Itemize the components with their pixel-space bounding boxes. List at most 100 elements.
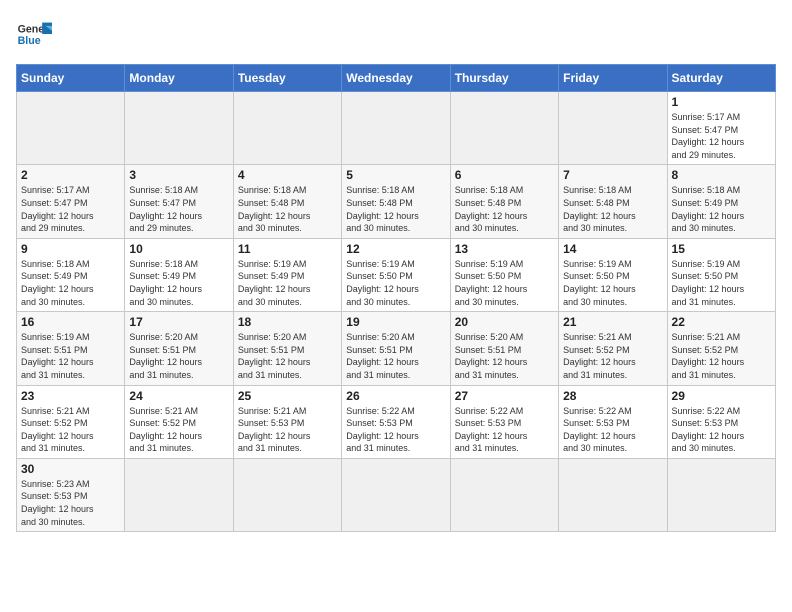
calendar-cell-0-5	[559, 92, 667, 165]
calendar-cell-1-1: 3Sunrise: 5:18 AMSunset: 5:47 PMDaylight…	[125, 165, 233, 238]
logo-icon: General Blue	[16, 16, 52, 52]
calendar-cell-4-6: 29 Sunrise: 5:22 AMSunset: 5:53 PMDayligh…	[667, 385, 775, 458]
day-info: Sunrise: 5:19 AMSunset: 5:50 PMDaylight:…	[563, 258, 662, 308]
calendar-cell-2-3: 12Sunrise: 5:19 AMSunset: 5:50 PMDayligh…	[342, 238, 450, 311]
calendar-cell-3-4: 20 Sunrise: 5:20 AMSunset: 5:51 PMDayligh…	[450, 312, 558, 385]
day-number: 27	[455, 389, 554, 403]
header-cell-tuesday: Tuesday	[233, 65, 341, 92]
page-container: General Blue SundayMondayTuesdayWednesda…	[16, 16, 776, 532]
day-number: 17	[129, 315, 228, 329]
day-number: 5	[346, 168, 445, 182]
day-info: Sunrise: 5:18 AMSunset: 5:48 PMDaylight:…	[455, 184, 554, 234]
calendar-cell-3-5: 21Sunrise: 5:21 AMSunset: 5:52 PMDayligh…	[559, 312, 667, 385]
day-info: Sunrise: 5:18 AMSunset: 5:48 PMDaylight:…	[563, 184, 662, 234]
calendar-week-5: 30Sunrise: 5:23 AMSunset: 5:53 PMDayligh…	[17, 458, 776, 531]
day-number: 4	[238, 168, 337, 182]
calendar-cell-3-3: 19Sunrise: 5:20 AMSunset: 5:51 PMDayligh…	[342, 312, 450, 385]
calendar-cell-4-5: 28Sunrise: 5:22 AMSunset: 5:53 PMDayligh…	[559, 385, 667, 458]
calendar-cell-3-1: 17Sunrise: 5:20 AMSunset: 5:51 PMDayligh…	[125, 312, 233, 385]
header-cell-sunday: Sunday	[17, 65, 125, 92]
day-info: Sunrise: 5:22 AMSunset: 5:53 PMDaylight:…	[672, 405, 771, 455]
header-row: SundayMondayTuesdayWednesdayThursdayFrid…	[17, 65, 776, 92]
day-info: Sunrise: 5:19 AMSunset: 5:50 PMDaylight:…	[346, 258, 445, 308]
day-number: 30	[21, 462, 120, 476]
calendar-cell-2-0: 9 Sunrise: 5:18 AMSunset: 5:49 PMDaylight…	[17, 238, 125, 311]
day-info: Sunrise: 5:21 AMSunset: 5:53 PMDaylight:…	[238, 405, 337, 455]
calendar-cell-4-0: 23 Sunrise: 5:21 AMSunset: 5:52 PMDayligh…	[17, 385, 125, 458]
calendar-header: SundayMondayTuesdayWednesdayThursdayFrid…	[17, 65, 776, 92]
calendar-body: 1 Sunrise: 5:17 AMSunset: 5:47 PMDaylight…	[17, 92, 776, 532]
calendar-cell-2-2: 11Sunrise: 5:19 AMSunset: 5:49 PMDayligh…	[233, 238, 341, 311]
calendar-cell-2-4: 13 Sunrise: 5:19 AMSunset: 5:50 PMDayligh…	[450, 238, 558, 311]
calendar-cell-1-0: 2Sunrise: 5:17 AMSunset: 5:47 PMDaylight…	[17, 165, 125, 238]
day-number: 13	[455, 242, 554, 256]
header: General Blue	[16, 16, 776, 52]
day-number: 22	[672, 315, 771, 329]
day-info: Sunrise: 5:20 AMSunset: 5:51 PMDaylight:…	[455, 331, 554, 381]
day-number: 18	[238, 315, 337, 329]
calendar-cell-0-6: 1 Sunrise: 5:17 AMSunset: 5:47 PMDaylight…	[667, 92, 775, 165]
calendar-cell-1-2: 4Sunrise: 5:18 AMSunset: 5:48 PMDaylight…	[233, 165, 341, 238]
calendar-cell-0-4	[450, 92, 558, 165]
day-info: Sunrise: 5:21 AMSunset: 5:52 PMDaylight:…	[21, 405, 120, 455]
svg-text:Blue: Blue	[18, 35, 41, 47]
day-number: 6	[455, 168, 554, 182]
day-number: 21	[563, 315, 662, 329]
calendar-cell-4-3: 26 Sunrise: 5:22 AMSunset: 5:53 PMDayligh…	[342, 385, 450, 458]
calendar-cell-3-0: 16 Sunrise: 5:19 AMSunset: 5:51 PMDayligh…	[17, 312, 125, 385]
day-info: Sunrise: 5:20 AMSunset: 5:51 PMDaylight:…	[346, 331, 445, 381]
day-number: 28	[563, 389, 662, 403]
day-info: Sunrise: 5:17 AMSunset: 5:47 PMDaylight:…	[672, 111, 771, 161]
day-info: Sunrise: 5:20 AMSunset: 5:51 PMDaylight:…	[238, 331, 337, 381]
calendar-cell-5-6	[667, 458, 775, 531]
day-number: 24	[129, 389, 228, 403]
calendar-cell-3-2: 18 Sunrise: 5:20 AMSunset: 5:51 PMDayligh…	[233, 312, 341, 385]
calendar-cell-4-2: 25 Sunrise: 5:21 AMSunset: 5:53 PMDayligh…	[233, 385, 341, 458]
header-cell-monday: Monday	[125, 65, 233, 92]
day-info: Sunrise: 5:18 AMSunset: 5:49 PMDaylight:…	[129, 258, 228, 308]
day-info: Sunrise: 5:18 AMSunset: 5:47 PMDaylight:…	[129, 184, 228, 234]
day-info: Sunrise: 5:22 AMSunset: 5:53 PMDaylight:…	[346, 405, 445, 455]
day-info: Sunrise: 5:22 AMSunset: 5:53 PMDaylight:…	[455, 405, 554, 455]
calendar-cell-0-0	[17, 92, 125, 165]
calendar-cell-2-6: 15Sunrise: 5:19 AMSunset: 5:50 PMDayligh…	[667, 238, 775, 311]
day-number: 2	[21, 168, 120, 182]
day-number: 25	[238, 389, 337, 403]
calendar-cell-2-5: 14Sunrise: 5:19 AMSunset: 5:50 PMDayligh…	[559, 238, 667, 311]
day-info: Sunrise: 5:18 AMSunset: 5:49 PMDaylight:…	[672, 184, 771, 234]
calendar-cell-5-5	[559, 458, 667, 531]
day-number: 26	[346, 389, 445, 403]
day-info: Sunrise: 5:19 AMSunset: 5:51 PMDaylight:…	[21, 331, 120, 381]
day-number: 8	[672, 168, 771, 182]
calendar-cell-3-6: 22Sunrise: 5:21 AMSunset: 5:52 PMDayligh…	[667, 312, 775, 385]
calendar-cell-5-2	[233, 458, 341, 531]
day-number: 7	[563, 168, 662, 182]
calendar-cell-4-1: 24 Sunrise: 5:21 AMSunset: 5:52 PMDayligh…	[125, 385, 233, 458]
calendar-cell-1-4: 6 Sunrise: 5:18 AMSunset: 5:48 PMDaylight…	[450, 165, 558, 238]
day-number: 23	[21, 389, 120, 403]
day-number: 29	[672, 389, 771, 403]
calendar-week-2: 9 Sunrise: 5:18 AMSunset: 5:49 PMDaylight…	[17, 238, 776, 311]
day-number: 20	[455, 315, 554, 329]
header-cell-thursday: Thursday	[450, 65, 558, 92]
calendar-cell-0-2	[233, 92, 341, 165]
calendar-cell-0-3	[342, 92, 450, 165]
day-number: 1	[672, 95, 771, 109]
day-number: 16	[21, 315, 120, 329]
day-number: 10	[129, 242, 228, 256]
calendar-cell-5-4	[450, 458, 558, 531]
day-info: Sunrise: 5:18 AMSunset: 5:48 PMDaylight:…	[346, 184, 445, 234]
calendar-cell-0-1	[125, 92, 233, 165]
header-cell-wednesday: Wednesday	[342, 65, 450, 92]
day-info: Sunrise: 5:18 AMSunset: 5:49 PMDaylight:…	[21, 258, 120, 308]
calendar-table: SundayMondayTuesdayWednesdayThursdayFrid…	[16, 64, 776, 532]
calendar-cell-2-1: 10 Sunrise: 5:18 AMSunset: 5:49 PMDayligh…	[125, 238, 233, 311]
logo: General Blue	[16, 16, 52, 52]
day-info: Sunrise: 5:19 AMSunset: 5:49 PMDaylight:…	[238, 258, 337, 308]
day-number: 9	[21, 242, 120, 256]
day-info: Sunrise: 5:19 AMSunset: 5:50 PMDaylight:…	[455, 258, 554, 308]
day-info: Sunrise: 5:21 AMSunset: 5:52 PMDaylight:…	[129, 405, 228, 455]
calendar-week-3: 16 Sunrise: 5:19 AMSunset: 5:51 PMDayligh…	[17, 312, 776, 385]
calendar-cell-5-0: 30Sunrise: 5:23 AMSunset: 5:53 PMDayligh…	[17, 458, 125, 531]
calendar-cell-5-3	[342, 458, 450, 531]
